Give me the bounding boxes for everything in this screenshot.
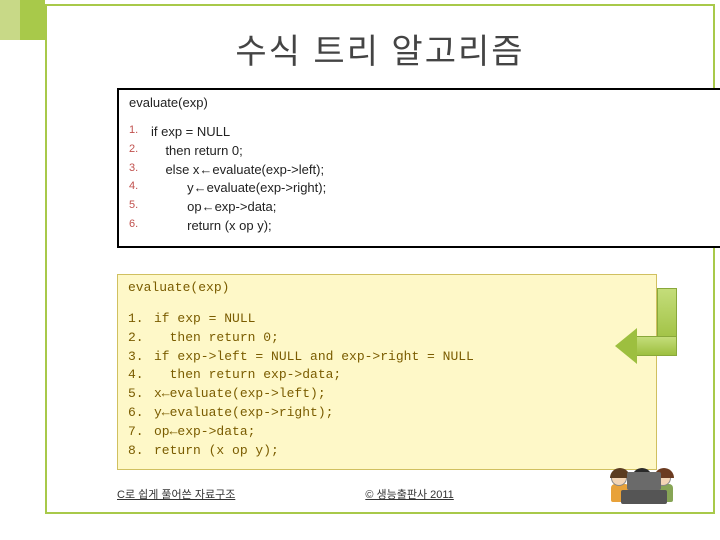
code-line: 5. op←exp->data; <box>129 198 713 217</box>
code-line: 2. then return 0; <box>128 329 646 348</box>
pseudocode-header: evaluate(exp) <box>128 279 646 298</box>
code-line: 4. then return exp->data; <box>128 366 646 385</box>
code-line: 4. y←evaluate(exp->right); <box>129 179 713 198</box>
pseudocode-lines: 1.if exp = NULL 2. then return 0; 3.if e… <box>128 310 646 461</box>
pseudocode-box-revised: evaluate(exp) 1.if exp = NULL 2. then re… <box>117 274 657 470</box>
code-line: 6.y←evaluate(exp->right); <box>128 404 646 423</box>
code-line: 3. else x←evaluate(exp->left); <box>129 161 713 180</box>
slide-title: 수식 트리 알고리즘 <box>47 24 713 73</box>
code-line: 2. then return 0; <box>129 142 713 161</box>
code-line: 1.if exp = NULL <box>128 310 646 329</box>
footer-left: C로 쉽게 풀어쓴 자료구조 <box>117 486 235 502</box>
footer-right: © 생능출판사 2011 <box>365 486 453 502</box>
code-line: 5.x←evaluate(exp->left); <box>128 385 646 404</box>
decoration-block-inner <box>0 0 20 40</box>
slide-frame: 수식 트리 알고리즘 evaluate(exp) 1.if exp = NULL… <box>45 4 715 514</box>
pseudocode-box-original: evaluate(exp) 1.if exp = NULL 2. then re… <box>117 88 720 248</box>
down-left-arrow-icon <box>657 288 677 346</box>
children-illustration <box>611 442 701 502</box>
pseudocode-header: evaluate(exp) <box>129 94 713 113</box>
code-line: 8.return (x op y); <box>128 442 646 461</box>
code-line: 6. return (x op y); <box>129 217 713 236</box>
laptop-icon <box>621 490 667 504</box>
code-line: 1.if exp = NULL <box>129 123 713 142</box>
code-line: 7.op←exp->data; <box>128 423 646 442</box>
pseudocode-lines: 1.if exp = NULL 2. then return 0; 3. els… <box>129 123 713 236</box>
code-line: 3.if exp->left = NULL and exp->right = N… <box>128 348 646 367</box>
